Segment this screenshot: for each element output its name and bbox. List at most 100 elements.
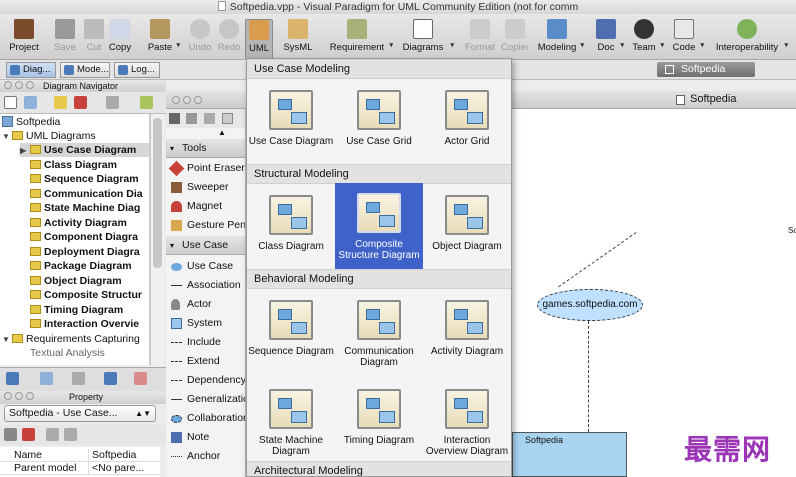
requirement-button[interactable]: Requirement ▾ <box>327 19 393 59</box>
tree-folder-requirements[interactable]: ▼ Requirements Capturing <box>2 332 140 346</box>
palette-item-dependency[interactable]: Dependency <box>166 371 245 390</box>
docs-icon[interactable] <box>134 372 147 385</box>
palette-item-collaboration[interactable]: Collaboration <box>166 409 245 428</box>
categorize-icon[interactable] <box>4 428 17 441</box>
palette-item-sweeper[interactable]: Sweeper <box>166 178 245 197</box>
window-buttons[interactable] <box>172 95 205 107</box>
team-button[interactable]: Team ▾ <box>630 19 664 59</box>
format-button[interactable]: Format <box>462 19 498 59</box>
tree-item[interactable]: Class Diagram <box>30 158 117 172</box>
tree-root[interactable]: Softpedia <box>2 115 60 129</box>
menu-item-object-diagram[interactable]: Object Diagram <box>423 185 511 271</box>
menu-item-timing-diagram[interactable]: Timing Diagram <box>335 379 423 465</box>
sticky-icon[interactable] <box>222 113 233 124</box>
menu-item-state-machine-diagram[interactable]: State Machine Diagram <box>247 379 335 465</box>
sort-icon[interactable] <box>22 428 35 441</box>
palette-item-generalization[interactable]: Generalization <box>166 390 245 409</box>
menu-item-use-case-diagram[interactable]: Use Case Diagram <box>247 80 335 166</box>
window-buttons[interactable] <box>4 392 37 402</box>
expand-all-icon[interactable] <box>46 428 59 441</box>
interoperability-dropdown-icon[interactable]: ▾ <box>784 41 788 49</box>
tree-item[interactable]: Object Diagram <box>30 274 122 288</box>
doc-button[interactable]: Doc ▾ <box>594 19 624 59</box>
save-button[interactable]: Save <box>52 19 78 59</box>
window-buttons[interactable] <box>4 81 37 91</box>
menu-item-composite-structure-diagram[interactable]: Composite Structure Diagram <box>335 183 423 269</box>
edit-icon[interactable] <box>72 372 85 385</box>
tree-folder-uml[interactable]: ▼ UML Diagrams <box>2 129 96 143</box>
requirement-dropdown-icon[interactable]: ▾ <box>389 41 393 49</box>
menu-item-use-case-grid[interactable]: Use Case Grid <box>335 80 423 166</box>
uml-button[interactable]: UML <box>245 19 273 59</box>
modeling-button[interactable]: Modeling ▾ <box>536 19 584 59</box>
palette-item-system[interactable]: System <box>166 314 245 333</box>
palette-scroll-up-icon[interactable]: ▲ <box>166 127 245 139</box>
undo-button[interactable]: Undo <box>186 19 214 59</box>
palette-group-use-case[interactable]: Use Case <box>166 236 245 255</box>
modeling-dropdown-icon[interactable]: ▾ <box>580 41 584 49</box>
palette-group-tools[interactable]: Tools <box>166 139 245 158</box>
property-row[interactable]: Parent model <No pare... <box>0 462 160 475</box>
diagrams-dropdown-icon[interactable]: ▾ <box>450 41 454 49</box>
folder-icon[interactable] <box>54 96 67 109</box>
expand-arrow-icon[interactable]: ▼ <box>2 130 12 144</box>
palette-item-include[interactable]: Include <box>166 333 245 352</box>
tree-item[interactable]: Package Diagram <box>30 259 132 273</box>
new-diagram-icon[interactable] <box>4 96 17 109</box>
project-button[interactable]: Project <box>4 19 44 59</box>
tree-item[interactable]: State Machine Diag <box>30 201 140 215</box>
expand-arrow-icon[interactable]: ▼ <box>2 333 12 347</box>
tab-model-explorer[interactable]: Mode... <box>60 62 110 78</box>
dependency-line[interactable] <box>588 321 589 432</box>
palette-item-point-eraser[interactable]: Point Eraser <box>166 159 245 178</box>
collapse-all-icon[interactable] <box>64 428 77 441</box>
sort-icon[interactable] <box>74 96 87 109</box>
cut-button[interactable]: Cut <box>83 19 105 59</box>
code-button[interactable]: Code ▾ <box>670 19 704 59</box>
palette-item-note[interactable]: Note <box>166 428 245 447</box>
pointer-icon[interactable] <box>169 113 180 124</box>
palette-item-magnet[interactable]: Magnet <box>166 197 245 216</box>
star-icon[interactable] <box>104 372 117 385</box>
lock-icon[interactable] <box>186 113 197 124</box>
tree-item[interactable]: Sequence Diagram <box>30 172 139 186</box>
navigator-view-icon[interactable] <box>24 96 37 109</box>
expand-arrow-icon[interactable]: ▶ <box>20 144 30 158</box>
copy-button[interactable]: Copy <box>106 19 134 59</box>
property-tab-icon[interactable] <box>6 372 19 385</box>
team-dropdown-icon[interactable]: ▾ <box>660 41 664 49</box>
tree-scrollbar[interactable] <box>150 114 164 365</box>
collapse-icon[interactable] <box>106 96 119 109</box>
project-tab[interactable]: Softpedia <box>657 62 755 77</box>
paste-button[interactable]: Paste ▾ <box>146 19 180 59</box>
tree-item[interactable]: Deployment Diagra <box>30 245 140 259</box>
palette-item-extend[interactable]: Extend <box>166 352 245 371</box>
palette-item-association[interactable]: Association <box>166 276 245 295</box>
palette-item-anchor[interactable]: Anchor <box>166 447 245 466</box>
tab-diagram-navigator[interactable]: Diag... <box>6 62 56 78</box>
menu-item-class-diagram[interactable]: Class Diagram <box>247 185 335 271</box>
tab-log[interactable]: Log... <box>114 62 160 78</box>
paste-dropdown-icon[interactable]: ▾ <box>176 41 180 49</box>
menu-item-interaction-overview-diagram[interactable]: Interaction Overview Diagram <box>423 379 511 465</box>
tree-item[interactable]: Component Diagra <box>30 230 138 244</box>
sysml-button[interactable]: SysML <box>282 19 314 59</box>
redo-button[interactable]: Redo <box>215 19 243 59</box>
system-boundary[interactable]: Softpedia <box>512 432 627 477</box>
tree-item[interactable]: Interaction Overvie <box>30 317 139 331</box>
zoom-icon[interactable] <box>40 372 53 385</box>
property-row[interactable]: Name Softpedia <box>0 449 160 462</box>
palette-item-gesture-pen[interactable]: Gesture Pen <box>166 216 245 235</box>
menu-item-actor-grid[interactable]: Actor Grid <box>423 80 511 166</box>
scrollbar-thumb[interactable] <box>153 118 162 268</box>
palette-item-use-case[interactable]: Use Case <box>166 257 245 276</box>
tree-item[interactable]: Communication Dia <box>30 187 143 201</box>
tree-item[interactable]: Textual Analysis <box>30 346 105 360</box>
interoperability-button[interactable]: Interoperability ▾ <box>712 19 788 59</box>
copier-button[interactable]: Copier <box>498 19 532 59</box>
use-case-ellipse[interactable]: games.softpedia.com <box>537 289 643 321</box>
filter-icon[interactable] <box>140 96 153 109</box>
tree-item[interactable]: Composite Structur <box>30 288 142 302</box>
diagrams-button[interactable]: Diagrams ▾ <box>398 19 454 59</box>
tree-item-use-case-diagram[interactable]: ▶ Use Case Diagram <box>20 143 149 158</box>
